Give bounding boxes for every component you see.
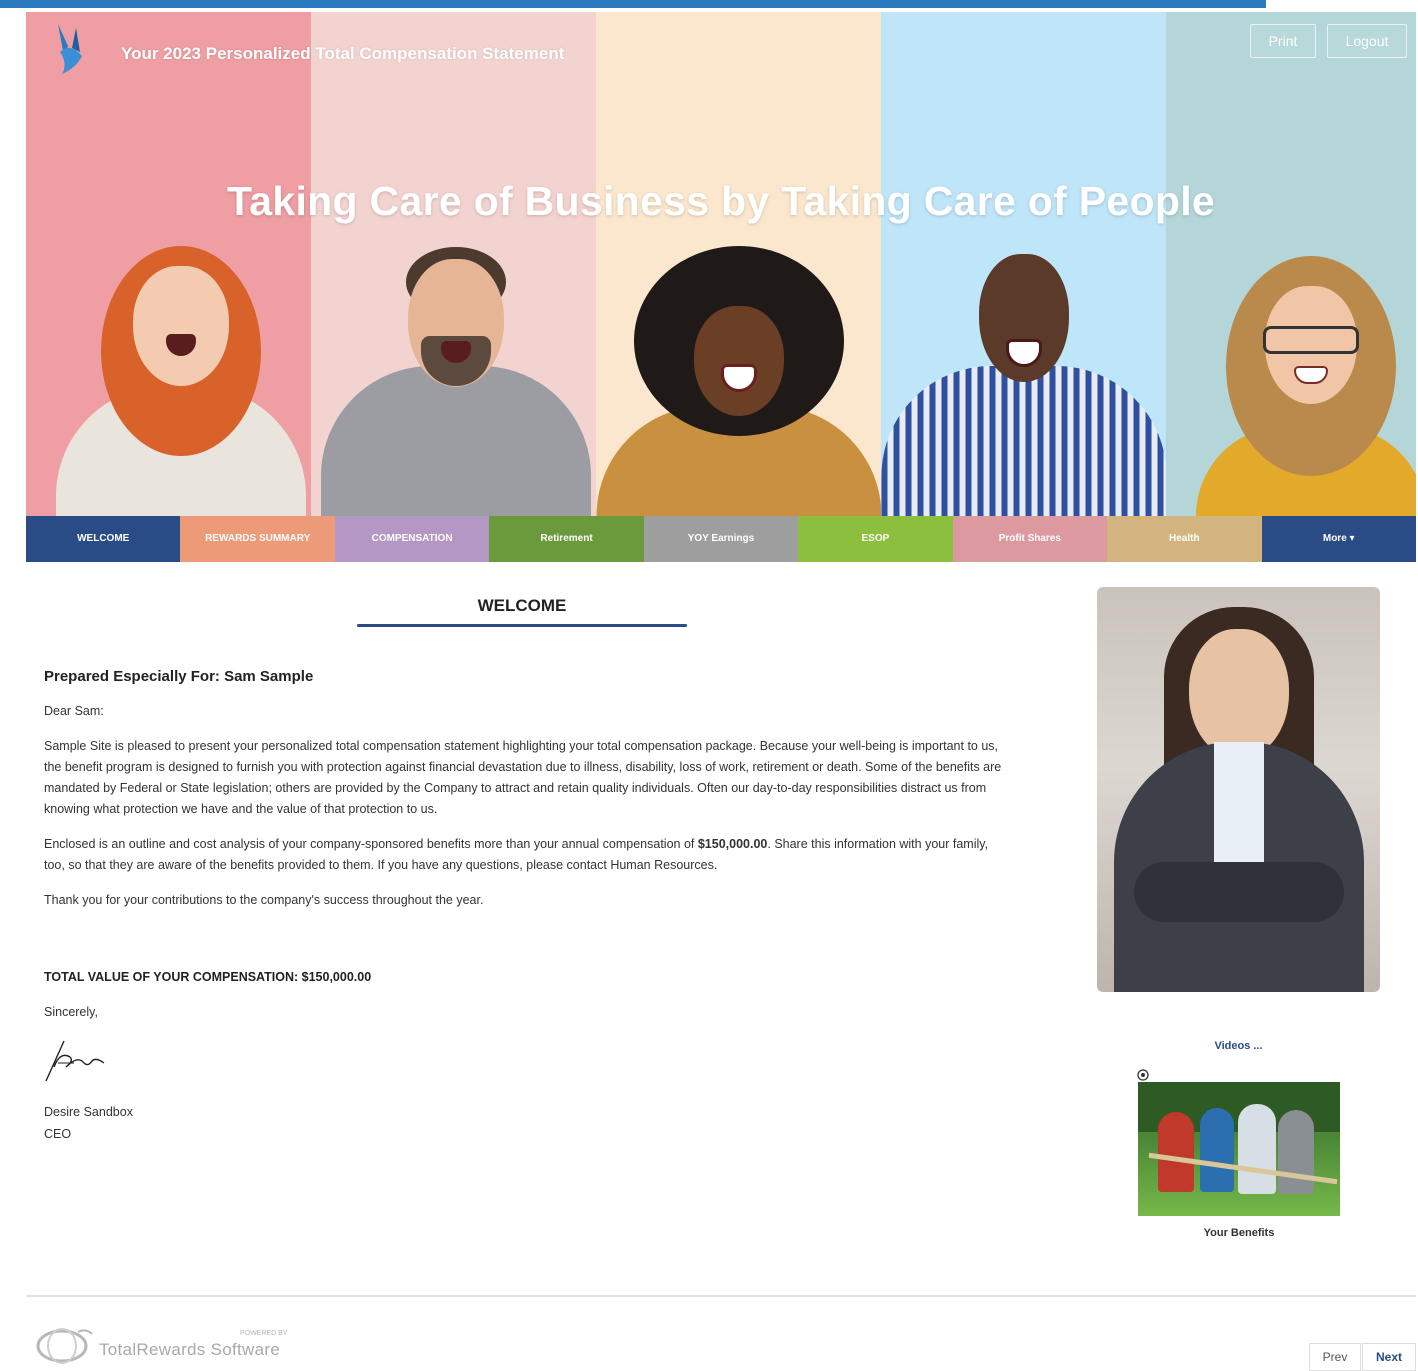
hero-panel-teal bbox=[1166, 12, 1416, 516]
hero-person-3 bbox=[596, 246, 881, 516]
videos-link[interactable]: Videos ... bbox=[1097, 1040, 1380, 1052]
tab-rewards-summary[interactable]: REWARDS SUMMARY bbox=[180, 516, 335, 562]
main-nav: WELCOME REWARDS SUMMARY COMPENSATION Ret… bbox=[26, 516, 1416, 562]
letter-paragraph-3: Thank you for your contributions to the … bbox=[44, 893, 484, 907]
next-button[interactable]: Next bbox=[1362, 1343, 1416, 1371]
prepared-for: Prepared Especially For: Sam Sample bbox=[44, 668, 314, 685]
section-heading-underline bbox=[357, 624, 687, 627]
tab-compensation[interactable]: COMPENSATION bbox=[334, 516, 490, 562]
top-accent-stripe bbox=[0, 0, 1266, 8]
footer-divider bbox=[26, 1295, 1416, 1297]
signature-image bbox=[45, 1040, 105, 1082]
prev-button[interactable]: Prev bbox=[1309, 1343, 1361, 1371]
section-heading: WELCOME bbox=[477, 596, 567, 615]
hero-panel-blush bbox=[311, 12, 596, 516]
logout-button[interactable]: Logout bbox=[1327, 24, 1407, 58]
letter-closing: Sincerely, bbox=[44, 1005, 98, 1019]
powered-by-label: POWERED BY bbox=[240, 1330, 288, 1337]
executive-portrait bbox=[1097, 587, 1380, 992]
hero-person-2 bbox=[321, 241, 591, 516]
tab-esop[interactable]: ESOP bbox=[798, 516, 953, 562]
letter-greeting: Dear Sam: bbox=[44, 704, 104, 718]
hero-panel-cream bbox=[596, 12, 881, 516]
total-compensation-value: TOTAL VALUE OF YOUR COMPENSATION: $150,0… bbox=[44, 970, 372, 984]
hero-person-1 bbox=[56, 236, 306, 516]
video-thumbnail[interactable] bbox=[1138, 1082, 1340, 1216]
bird-logo-icon bbox=[58, 24, 82, 74]
tab-health[interactable]: Health bbox=[1107, 516, 1262, 562]
signer-title: CEO bbox=[44, 1127, 72, 1141]
play-icon[interactable] bbox=[1137, 1069, 1149, 1081]
tab-profit-shares[interactable]: Profit Shares bbox=[952, 516, 1108, 562]
hero-person-4 bbox=[881, 244, 1166, 516]
hero-panel-pink bbox=[26, 12, 311, 516]
footer-brand: TotalRewards Software bbox=[99, 1340, 281, 1359]
video-caption: Your Benefits bbox=[1203, 1227, 1275, 1239]
signer-name: Desire Sandbox bbox=[44, 1105, 133, 1119]
hero-person-5 bbox=[1196, 256, 1416, 516]
hero-tagline: Taking Care of Business by Taking Care o… bbox=[226, 178, 1215, 224]
tab-yoy-earnings[interactable]: YOY Earnings bbox=[643, 516, 799, 562]
compensation-amount: $150,000.00 bbox=[697, 837, 768, 851]
tab-more-dropdown[interactable]: More ▾ bbox=[1261, 516, 1416, 562]
hero-banner bbox=[26, 12, 1416, 516]
paragraph-2-text: Enclosed is an outline and cost analysis… bbox=[44, 837, 698, 851]
page-title: Your 2023 Personalized Total Compensatio… bbox=[121, 44, 565, 63]
letter-paragraph-2: Enclosed is an outline and cost analysis… bbox=[44, 834, 1004, 876]
tab-welcome[interactable]: WELCOME bbox=[26, 516, 181, 562]
print-button[interactable]: Print bbox=[1250, 24, 1316, 58]
tab-retirement[interactable]: Retirement bbox=[489, 516, 644, 562]
hero-panel-sky bbox=[881, 12, 1166, 516]
letter-paragraph-1: Sample Site is pleased to present your p… bbox=[44, 739, 1002, 816]
welcome-letter: Prepared Especially For: Sam Sample Dear… bbox=[44, 666, 1004, 1145]
